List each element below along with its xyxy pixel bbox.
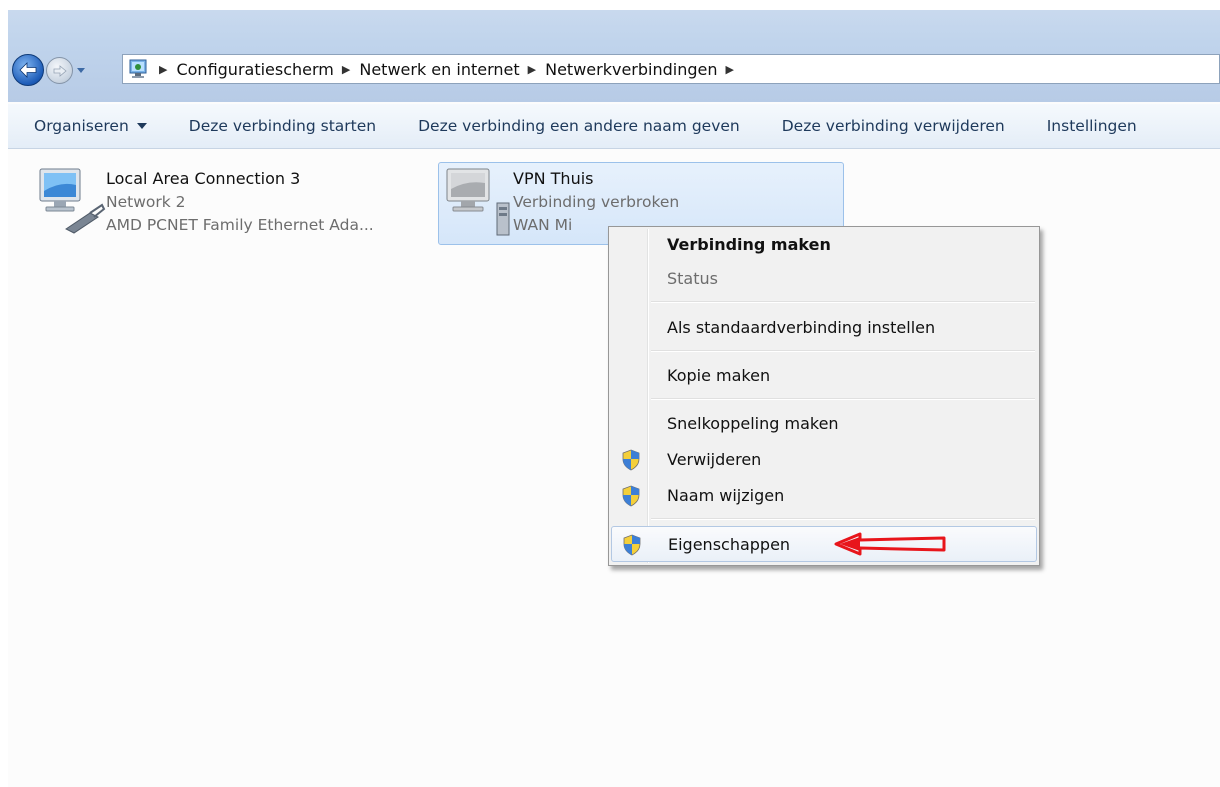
breadcrumb-netwerkverbindingen[interactable]: Netwerkverbindingen [545,60,717,79]
control-panel-icon [127,58,151,80]
organize-label: Organiseren [34,117,129,135]
menu-item-als-standaardverbinding[interactable]: Als standaardverbinding instellen [611,310,1037,344]
menu-item-label: Verwijderen [667,449,762,469]
context-menu: Verbinding maken Status Als standaardver… [608,226,1040,566]
network-adapter-icon [36,163,106,239]
organize-button[interactable]: Organiseren [34,117,169,135]
menu-item-verbinding-maken[interactable]: Verbinding maken [611,227,1037,261]
connection-device: AMD PCNET Family Ethernet Ada... [106,216,374,234]
breadcrumb-configuratiescherm[interactable]: Configuratiescherm [176,60,333,79]
window-frame-left [0,10,8,787]
chevron-down-icon[interactable] [76,64,86,76]
back-button[interactable] [12,54,44,86]
menu-separator [651,301,1035,303]
uac-shield-icon [622,485,640,507]
menu-item-label: Kopie maken [667,365,771,385]
vpn-connection-icon [443,163,513,239]
breadcrumb-separator-icon[interactable]: ▶ [725,63,733,76]
breadcrumb-netwerk-en-internet[interactable]: Netwerk en internet [359,60,519,79]
connection-status: Verbinding verbroken [513,193,680,211]
menu-item-label: Snelkoppeling maken [667,413,839,433]
uac-shield-icon [623,534,641,556]
menu-item-label: Eigenschappen [668,534,791,554]
address-bar: ▶ Configuratiescherm ▶ Netwerk en intern… [8,50,1220,90]
dropdown-arrow-icon [136,123,147,129]
rename-connection-button[interactable]: Deze verbinding een andere naam geven [418,117,762,135]
command-bar: Organiseren Deze verbinding starten Deze… [8,104,1220,149]
start-connection-button[interactable]: Deze verbinding starten [189,117,398,135]
menu-item-label: Als standaardverbinding instellen [667,317,936,337]
annotation-arrow-icon [834,532,946,556]
menu-item-label: Verbinding maken [667,234,831,254]
menu-separator [651,350,1035,352]
menu-item-status[interactable]: Status [611,261,1037,295]
menu-item-snelkoppeling-maken[interactable]: Snelkoppeling maken [611,406,1037,440]
connection-name: VPN Thuis [513,169,594,188]
menu-item-eigenschappen[interactable]: Eigenschappen [611,526,1037,562]
menu-item-verwijderen[interactable]: Verwijderen [611,442,1037,476]
menu-item-naam-wijzigen[interactable]: Naam wijzigen [611,478,1037,512]
address-field[interactable]: ▶ Configuratiescherm ▶ Netwerk en intern… [122,54,1220,84]
settings-button[interactable]: Instellingen [1047,117,1159,135]
uac-shield-icon [622,449,640,471]
menu-separator [651,398,1035,400]
menu-separator [651,518,1035,520]
menu-item-label: Status [667,268,718,288]
breadcrumb-separator-icon[interactable]: ▶ [342,63,350,76]
delete-connection-button[interactable]: Deze verbinding verwijderen [782,117,1027,135]
connection-item-local-area[interactable]: Local Area Connection 3 Network 2 AMD PC… [36,163,436,239]
forward-button[interactable] [46,57,73,84]
window-frame-top [0,0,1220,10]
arrow-right-icon [53,64,67,77]
arrow-left-icon [19,62,37,78]
breadcrumb-separator-icon[interactable]: ▶ [528,63,536,76]
menu-item-label: Naam wijzigen [667,485,785,505]
breadcrumb-separator-icon: ▶ [159,62,168,76]
connection-name: Local Area Connection 3 [106,169,301,188]
connection-network: Network 2 [106,193,186,211]
menu-item-kopie-maken[interactable]: Kopie maken [611,358,1037,392]
